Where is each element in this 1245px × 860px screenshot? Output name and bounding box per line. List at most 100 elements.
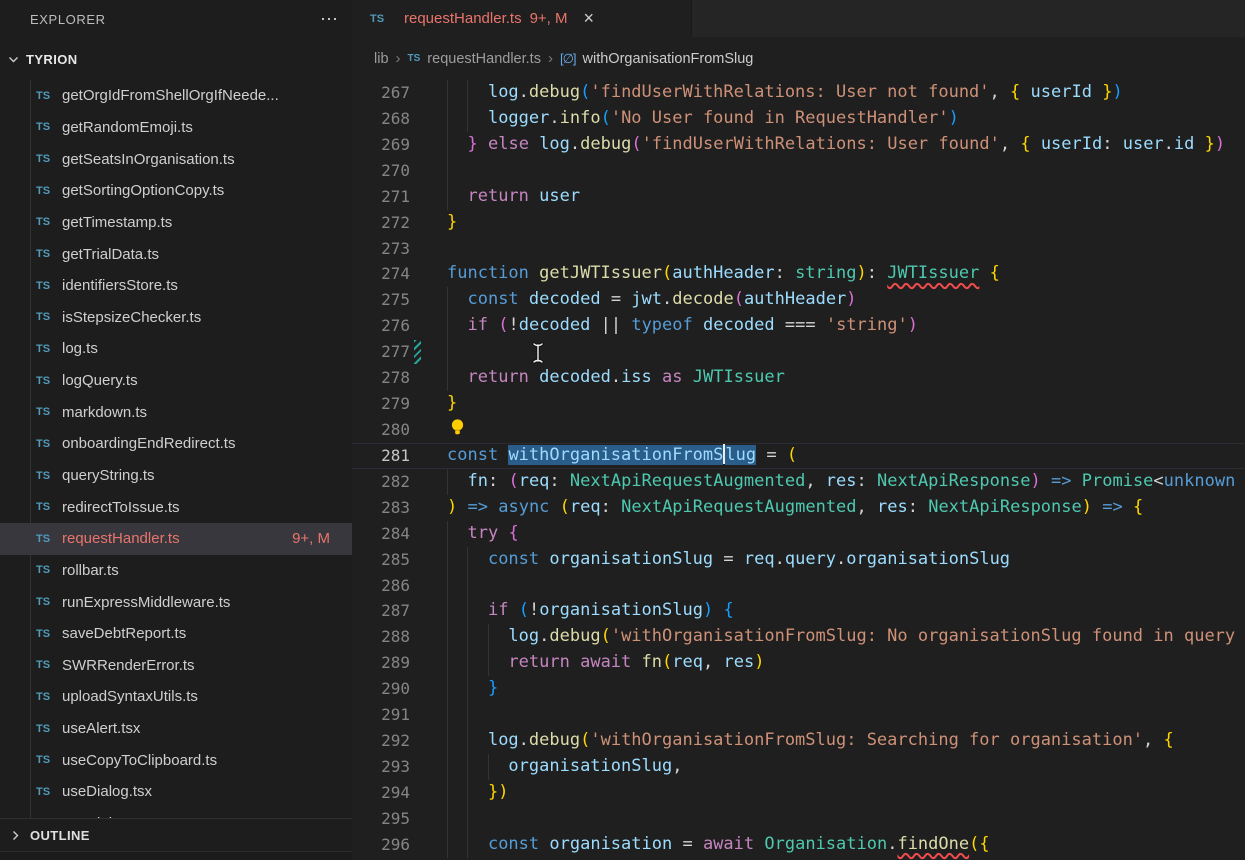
file-badge: 9+, M [292, 530, 330, 547]
file-row[interactable]: TSuseAlert.tsx [0, 713, 352, 745]
file-row[interactable]: TSqueryString.ts [0, 460, 352, 492]
code-line[interactable]: 270 [352, 158, 1245, 184]
code-line[interactable]: 296 const organisation = await Organisat… [352, 832, 1245, 858]
breadcrumb-item-lib[interactable]: lib [374, 51, 389, 67]
code-line[interactable]: 290 } [352, 676, 1245, 702]
symbol-variable-icon: [∅] [560, 51, 576, 67]
chevron-down-icon [6, 52, 20, 66]
file-row[interactable]: TSrollbar.ts [0, 555, 352, 587]
code-line-text: const withOrganisationFromSlug = ( [447, 444, 797, 468]
file-row[interactable]: TSlog.ts [0, 333, 352, 365]
code-line[interactable]: 293 organisationSlug, [352, 754, 1245, 780]
file-row[interactable]: TSrequestHandler.ts9+, M [0, 523, 352, 555]
file-row[interactable]: TSmarkdown.ts [0, 396, 352, 428]
code-line[interactable]: 280 [352, 417, 1245, 443]
indent-guide [447, 780, 448, 806]
breadcrumb-item-symbol[interactable]: withOrganisationFromSlug [583, 51, 754, 67]
code-line[interactable]: 267 log.debug('findUserWithRelations: Us… [352, 80, 1245, 106]
indent-guide [447, 728, 448, 754]
line-number: 291 [352, 702, 410, 728]
code-line[interactable]: 287 if (!organisationSlug) { [352, 598, 1245, 624]
code-line-text: log.debug('withOrganisationFromSlug: No … [447, 624, 1235, 650]
tab-requesthandler[interactable]: TS requestHandler.ts 9+, M × [352, 0, 692, 37]
file-label: saveDebtReport.ts [62, 625, 186, 642]
line-number: 277 [352, 339, 410, 365]
file-label: getRandomEmoji.ts [62, 119, 193, 136]
outline-section-header[interactable]: OUTLINE [0, 818, 352, 851]
indent-guide [467, 780, 468, 806]
file-row[interactable]: TSsaveDebtReport.ts [0, 618, 352, 650]
more-actions-icon[interactable]: ⋯ [320, 14, 338, 24]
code-line[interactable]: 277 [352, 339, 1245, 365]
file-row[interactable]: TSgetTimestamp.ts [0, 207, 352, 239]
code-line[interactable]: 283) => async (req: NextApiRequestAugmen… [352, 495, 1245, 521]
indent-guide [447, 80, 448, 106]
code-line[interactable]: 285 const organisationSlug = req.query.o… [352, 547, 1245, 573]
ts-icon: TS [36, 659, 62, 671]
file-row[interactable]: TSgetTrialData.ts [0, 238, 352, 270]
file-row[interactable]: TSSWRRenderError.ts [0, 650, 352, 682]
code-line[interactable]: 289 return await fn(req, res) [352, 650, 1245, 676]
file-label: redirectToIssue.ts [62, 499, 180, 516]
code-line[interactable]: 268 logger.info('No User found in Reques… [352, 106, 1245, 132]
ts-icon: TS [36, 375, 62, 387]
code-line[interactable]: 273 [352, 236, 1245, 262]
breadcrumb-item-file[interactable]: requestHandler.ts [427, 51, 541, 67]
ts-icon: TS [36, 786, 62, 798]
code-line[interactable]: 295 [352, 806, 1245, 832]
ts-icon: TS [36, 311, 62, 323]
file-label: useDialog.tsx [62, 783, 152, 800]
file-row[interactable]: TSonboardingEndRedirect.ts [0, 428, 352, 460]
code-line[interactable]: 282 fn: (req: NextApiRequestAugmented, r… [352, 469, 1245, 495]
file-row[interactable]: TSuploadSyntaxUtils.ts [0, 681, 352, 713]
tab-badge: 9+, M [530, 10, 568, 27]
file-row[interactable]: TSuseDialogBoxButtons.tsx [0, 808, 352, 818]
code-line[interactable]: 294 }) [352, 780, 1245, 806]
code-line-text: const decoded = jwt.decode(authHeader) [447, 287, 857, 313]
code-line[interactable]: 272} [352, 210, 1245, 236]
file-row[interactable]: TSredirectToIssue.ts [0, 491, 352, 523]
code-line[interactable]: 286 [352, 573, 1245, 599]
ts-icon: TS [36, 216, 62, 228]
code-line[interactable]: 269 } else log.debug('findUserWithRelati… [352, 132, 1245, 158]
file-row[interactable]: TSisStepsizeChecker.ts [0, 301, 352, 333]
lightbulb-icon[interactable] [450, 418, 465, 446]
file-row[interactable]: TSidentifiersStore.ts [0, 270, 352, 302]
ts-icon: TS [36, 691, 62, 703]
code-line[interactable]: 284 try { [352, 521, 1245, 547]
section-header-tyrion[interactable]: TYRION [0, 44, 352, 74]
file-label: queryString.ts [62, 467, 155, 484]
file-label: log.ts [62, 340, 98, 357]
code-line[interactable]: 288 log.debug('withOrganisationFromSlug:… [352, 624, 1245, 650]
code-line[interactable]: 275 const decoded = jwt.decode(authHeade… [352, 287, 1245, 313]
code-line[interactable]: 274function getJWTIssuer(authHeader: str… [352, 261, 1245, 287]
code-line[interactable]: 291 [352, 702, 1245, 728]
file-row[interactable]: TSgetRandomEmoji.ts [0, 112, 352, 144]
file-row[interactable]: TSgetSeatsInOrganisation.ts [0, 143, 352, 175]
code-line[interactable]: 271 return user [352, 184, 1245, 210]
ts-icon: TS [408, 53, 421, 64]
code-line-text: log.debug('findUserWithRelations: User n… [447, 80, 1123, 106]
file-row[interactable]: TSlogQuery.ts [0, 365, 352, 397]
file-row[interactable]: TSrunExpressMiddleware.ts [0, 586, 352, 618]
code-line[interactable]: 278 return decoded.iss as JWTIssuer [352, 365, 1245, 391]
line-number: 270 [352, 158, 410, 184]
file-label: getSortingOptionCopy.ts [62, 182, 224, 199]
file-row[interactable]: TSgetOrgIdFromShellOrgIfNeede... [0, 80, 352, 112]
file-row[interactable]: TSuseDialog.tsx [0, 776, 352, 808]
code-line[interactable]: 276 if (!decoded || typeof decoded === '… [352, 313, 1245, 339]
code-line-text [447, 417, 465, 446]
code-line[interactable]: 279} [352, 391, 1245, 417]
code-line-text: ) => async (req: NextApiRequestAugmented… [447, 495, 1143, 521]
indent-guide [447, 547, 448, 573]
code-editor[interactable]: 267 log.debug('findUserWithRelations: Us… [352, 80, 1245, 860]
code-line[interactable]: 281const withOrganisationFromSlug = ( [352, 443, 1245, 469]
close-icon[interactable]: × [584, 8, 595, 29]
ts-icon: TS [36, 438, 62, 450]
file-row[interactable]: TSuseCopyToClipboard.ts [0, 744, 352, 776]
indent-guide [447, 754, 448, 780]
code-line[interactable]: 292 log.debug('withOrganisationFromSlug:… [352, 728, 1245, 754]
indent-guide [447, 521, 448, 547]
line-number: 295 [352, 806, 410, 832]
file-row[interactable]: TSgetSortingOptionCopy.ts [0, 175, 352, 207]
